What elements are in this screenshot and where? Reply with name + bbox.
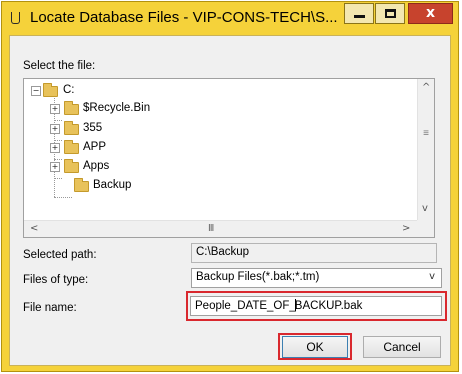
folder-icon xyxy=(64,121,79,135)
tree-item-label: APP xyxy=(83,141,107,153)
title-bar[interactable]: Locate Database Files - VIP-CONS-TECH\S.… xyxy=(2,2,458,34)
file-name-value-start: People_DATE_OF_ xyxy=(195,300,296,312)
ok-button[interactable]: OK xyxy=(282,336,348,358)
tree-item-label: C: xyxy=(63,84,75,96)
tree-connector xyxy=(54,140,62,141)
file-name-value-end: BACKUP.bak xyxy=(294,300,363,312)
select-file-label: Select the file: xyxy=(23,60,96,72)
tree-item-label: Apps xyxy=(83,160,110,172)
folder-icon xyxy=(64,159,79,173)
scroll-corner xyxy=(417,220,434,237)
file-name-input[interactable]: People_DATE_OF_BACKUP.bak xyxy=(190,296,442,316)
files-of-type-select[interactable]: Backup Files(*.bak;*.tm) v xyxy=(191,268,442,288)
cancel-button[interactable]: Cancel xyxy=(363,336,441,358)
files-of-type-value: Backup Files(*.bak;*.tm) xyxy=(196,271,320,283)
tree-connector xyxy=(54,197,72,198)
dialog-body: Select the file: − C: + $Recycle.Bin + 3… xyxy=(9,35,451,366)
tree-item-label: $Recycle.Bin xyxy=(83,102,151,114)
database-icon xyxy=(11,12,20,24)
maximize-icon xyxy=(385,9,396,18)
horizontal-scrollbar[interactable]: < III > xyxy=(24,220,417,237)
folder-tree[interactable]: − C: + $Recycle.Bin + 355 + APP + Apps B… xyxy=(23,78,435,238)
close-button[interactable]: x xyxy=(408,3,453,24)
locate-database-files-dialog: Locate Database Files - VIP-CONS-TECH\S.… xyxy=(1,1,459,372)
expand-icon[interactable]: + xyxy=(50,104,60,114)
tree-item-label: 355 xyxy=(83,122,103,134)
expand-icon[interactable]: + xyxy=(50,124,60,134)
scroll-down-icon[interactable]: v xyxy=(422,203,428,214)
tree-connector xyxy=(54,159,62,160)
chevron-down-icon[interactable]: v xyxy=(429,271,435,282)
selected-path-label: Selected path: xyxy=(23,249,97,261)
folder-icon xyxy=(64,140,79,154)
tree-connector xyxy=(54,178,62,179)
collapse-icon[interactable]: − xyxy=(31,86,41,96)
folder-icon xyxy=(74,178,89,192)
selected-path-field: C:\Backup xyxy=(191,243,437,263)
expand-icon[interactable]: + xyxy=(50,143,60,153)
scroll-up-icon[interactable]: ^ xyxy=(422,82,430,93)
scroll-thumb-grip-icon[interactable]: ≡ xyxy=(421,129,431,139)
window-title: Locate Database Files - VIP-CONS-TECH\S.… xyxy=(30,9,338,26)
vertical-scrollbar[interactable]: ^ ≡ v xyxy=(417,79,434,221)
minimize-button[interactable] xyxy=(344,3,374,24)
scroll-right-icon[interactable]: > xyxy=(402,223,410,234)
folder-icon xyxy=(43,83,58,97)
tree-connector xyxy=(54,120,62,121)
close-icon: x xyxy=(425,5,436,21)
minimize-icon xyxy=(354,15,365,18)
maximize-button[interactable] xyxy=(375,3,405,24)
expand-icon[interactable]: + xyxy=(50,162,60,172)
files-of-type-label: Files of type: xyxy=(23,274,89,286)
scroll-left-icon[interactable]: < xyxy=(30,223,38,234)
tree-item-label: Backup xyxy=(93,179,132,191)
file-name-label: File name: xyxy=(23,302,77,314)
folder-icon xyxy=(64,101,79,115)
scroll-thumb-grip-icon[interactable]: III xyxy=(208,223,214,234)
